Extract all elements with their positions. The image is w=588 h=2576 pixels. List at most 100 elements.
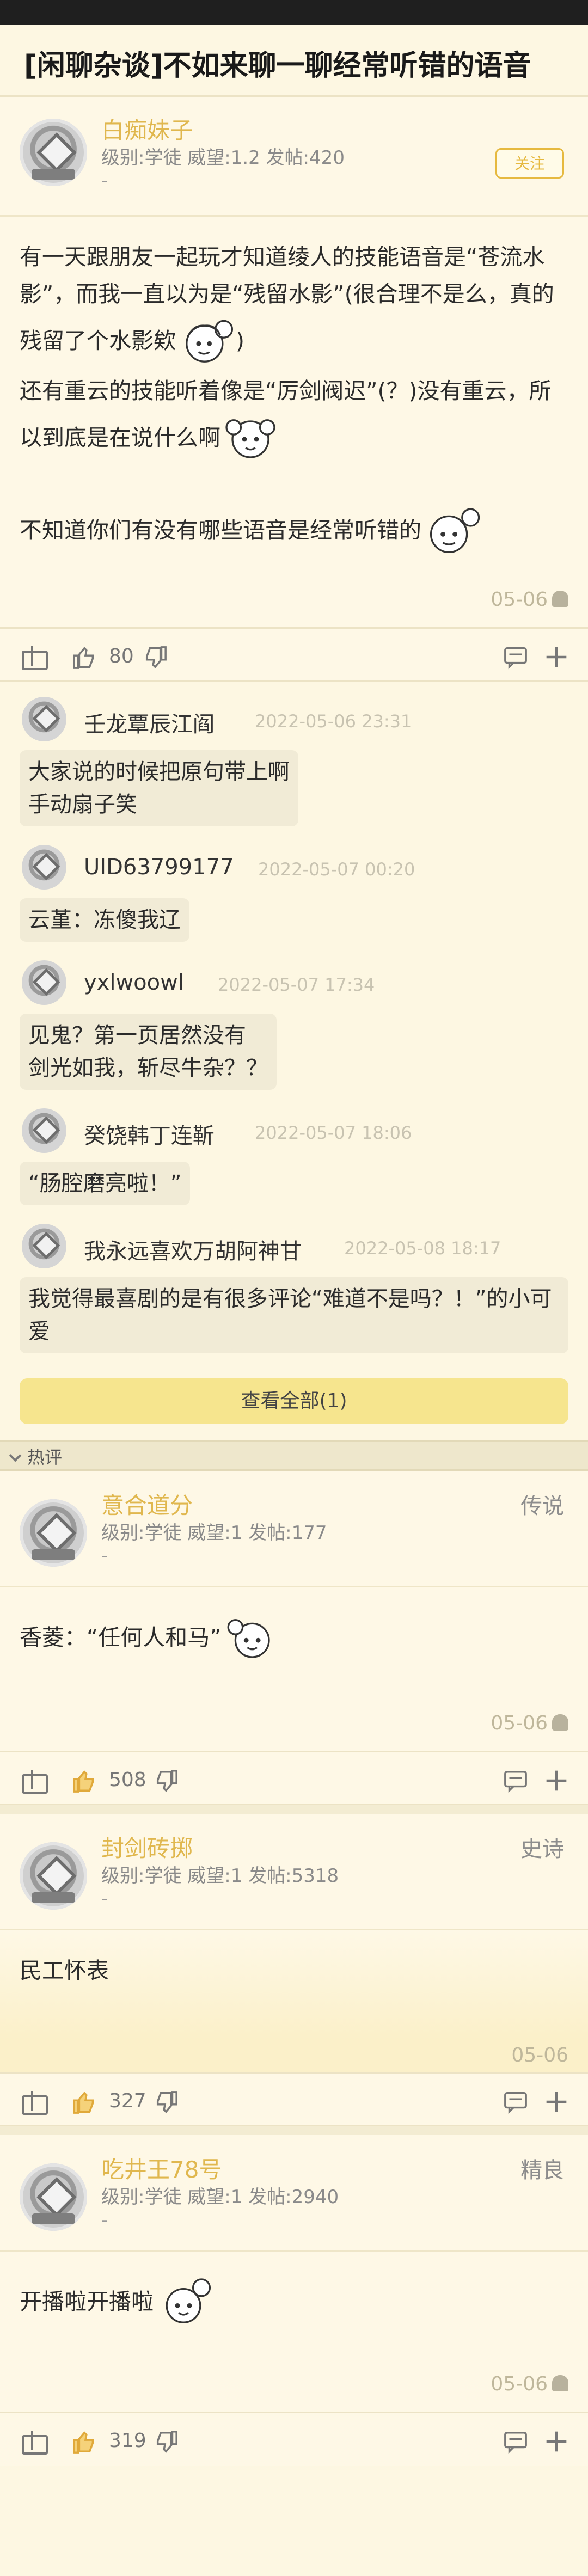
post-body: 开播啦开播啦 [0,2252,588,2368]
avatar[interactable] [20,119,87,186]
like-count: 508 [109,1769,146,1791]
reply-item: 壬龙覃辰江阎 2022-05-06 23:31 大家说的时候把原句带上啊 手动扇子… [20,692,568,841]
post-header: 意合道分 级别:学徒 威望:1 发帖:177 - 传说 [0,1471,588,1587]
post-text: 开播啦开播啦 [20,2289,154,2315]
avatar[interactable] [22,1108,66,1153]
post-date-row: 05-06 [0,2368,588,2401]
like-icon[interactable] [72,1769,97,1794]
reply-text: 见鬼？第一页居然没有 剑光如我，斩尽牛杂？？ [20,1014,277,1090]
reply-author[interactable]: UID63799177 [84,855,234,880]
post-date: 05-06 [491,1712,548,1734]
author-signature: - [101,1888,108,1910]
action-bar: 80 [0,627,588,682]
rank-badge: 传说 [520,1494,564,1519]
divider [0,1805,588,1814]
dislike-icon[interactable] [154,1769,179,1794]
reply-author[interactable]: 癸饶韩丁连靳 [84,1118,215,1150]
like-icon[interactable] [72,645,97,670]
author-meta: 级别:学徒 威望:1 发帖:5318 [101,1865,339,1887]
gift-icon[interactable] [22,1769,48,1794]
post-paragraph-3: 不知道你们有没有哪些语音是经常听错的 [20,517,421,543]
post-paragraph-1-close: ) [236,328,244,354]
hot-post: 意合道分 级别:学徒 威望:1 发帖:177 - 传说 香菱：“任何人和马” 0… [0,1471,588,1805]
page-title: [闲聊杂谈]不如来聊一聊经常听错的语音 [0,25,588,97]
sticker-icon [220,409,280,469]
reply-author[interactable]: 我永远喜欢万胡阿神甘 [84,1234,302,1265]
avatar[interactable] [22,960,66,1005]
reply-author[interactable]: 壬龙覃辰江阎 [84,707,215,738]
avatar[interactable] [20,2163,87,2231]
post-body: 民工怀表 [0,1930,588,2039]
dislike-icon[interactable] [154,2090,179,2115]
avatar[interactable] [22,1224,66,1268]
reply-text: “肠腔磨亮啦！” [20,1162,191,1205]
reply-time: 2022-05-08 18:17 [344,1238,501,1259]
dislike-icon[interactable] [154,2430,179,2455]
reply-time: 2022-05-07 00:20 [258,859,415,880]
comment-icon[interactable] [503,2430,528,2455]
author-meta: 级别:学徒 威望:1 发帖:2940 [101,2186,339,2208]
author-signature: - [101,2209,108,2231]
author-name[interactable]: 白痴妹子 [101,112,193,145]
post-date-row: 05-06 [0,2039,588,2072]
section-label: 热评 [27,1447,63,1468]
follow-button[interactable]: 关注 [495,148,564,179]
avatar[interactable] [22,697,66,741]
android-icon [552,1714,568,1731]
author-name[interactable]: 意合道分 [101,1487,193,1520]
like-icon[interactable] [72,2090,97,2115]
sticker-icon [176,312,236,372]
plus-icon[interactable] [544,1769,568,1793]
post-date: 05-06 [491,588,548,611]
rank-badge: 史诗 [520,1837,564,1862]
android-icon [552,591,568,607]
reply-list: 壬龙覃辰江阎 2022-05-06 23:31 大家说的时候把原句带上啊 手动扇子… [0,682,588,1373]
view-all-button[interactable]: 查看全部(1) [20,1378,568,1424]
rank-badge: 精良 [520,2158,564,2183]
chevron-down-icon [9,1449,22,1462]
author-meta: 级别:学徒 威望:1 发帖:177 [101,1522,327,1544]
like-count: 319 [109,2430,146,2452]
post-body: 有一天跟朋友一起玩才知道绫人的技能语音是“苍流水影”，而我一直以为是“残留水影”… [0,217,588,562]
like-icon[interactable] [72,2430,97,2455]
avatar[interactable] [22,845,66,890]
plus-icon[interactable] [544,2430,568,2454]
plus-icon[interactable] [544,645,568,669]
reply-item: 我永远喜欢万胡阿神甘 2022-05-08 18:17 我觉得最喜剧的是有很多评论… [20,1219,568,1353]
reply-author[interactable]: yxlwoowl [84,970,184,995]
post-date: 05-06 [491,2373,548,2395]
plus-icon[interactable] [544,2090,568,2114]
author-name[interactable]: 封剑砖掷 [101,1830,193,1863]
gift-icon[interactable] [22,645,48,670]
sticker-icon [154,2273,213,2333]
hot-post: 吃井王78号 级别:学徒 威望:1 发帖:2940 - 精良 开播啦开播啦 05… [0,2135,588,2466]
hot-post: 封剑砖掷 级别:学徒 威望:1 发帖:5318 - 史诗 民工怀表 05-06 … [0,1814,588,2126]
hot-comments-header[interactable]: 热评 [0,1440,588,1471]
reply-item: UID63799177 2022-05-07 00:20 云堇：冻傻我辽 [20,841,568,956]
post-date-row: 05-06 [0,584,588,616]
comment-icon[interactable] [503,1769,528,1794]
gift-icon[interactable] [22,2430,48,2455]
avatar[interactable] [20,1499,87,1567]
reply-time: 2022-05-07 18:06 [255,1123,412,1143]
author-name[interactable]: 吃井王78号 [101,2151,222,2185]
post-header: 白痴妹子 级别:学徒 威望:1.2 发帖:420 - 关注 [0,97,588,217]
reply-text: 大家说的时候把原句带上啊 手动扇子笑 [20,750,298,826]
android-icon [552,2375,568,2391]
post-date: 05-06 [511,2044,568,2066]
reply-time: 2022-05-06 23:31 [255,711,412,732]
avatar[interactable] [20,1842,87,1910]
author-signature: - [101,170,108,192]
like-count: 327 [109,2090,146,2112]
divider [0,2126,588,2135]
dislike-icon[interactable] [143,645,168,670]
action-bar: 319 [0,2412,588,2466]
comment-icon[interactable] [503,645,528,670]
gift-icon[interactable] [22,2090,48,2115]
reply-text: 我觉得最喜剧的是有很多评论“难道不是吗？！”的小可爱 [20,1277,568,1353]
sticker-icon [221,1609,281,1669]
comment-icon[interactable] [503,2090,528,2115]
sticker-icon [421,502,481,562]
post-header: 吃井王78号 级别:学徒 威望:1 发帖:2940 - 精良 [0,2135,588,2252]
reply-item: yxlwoowl 2022-05-07 17:34 见鬼？第一页居然没有 剑光如我… [20,956,568,1104]
